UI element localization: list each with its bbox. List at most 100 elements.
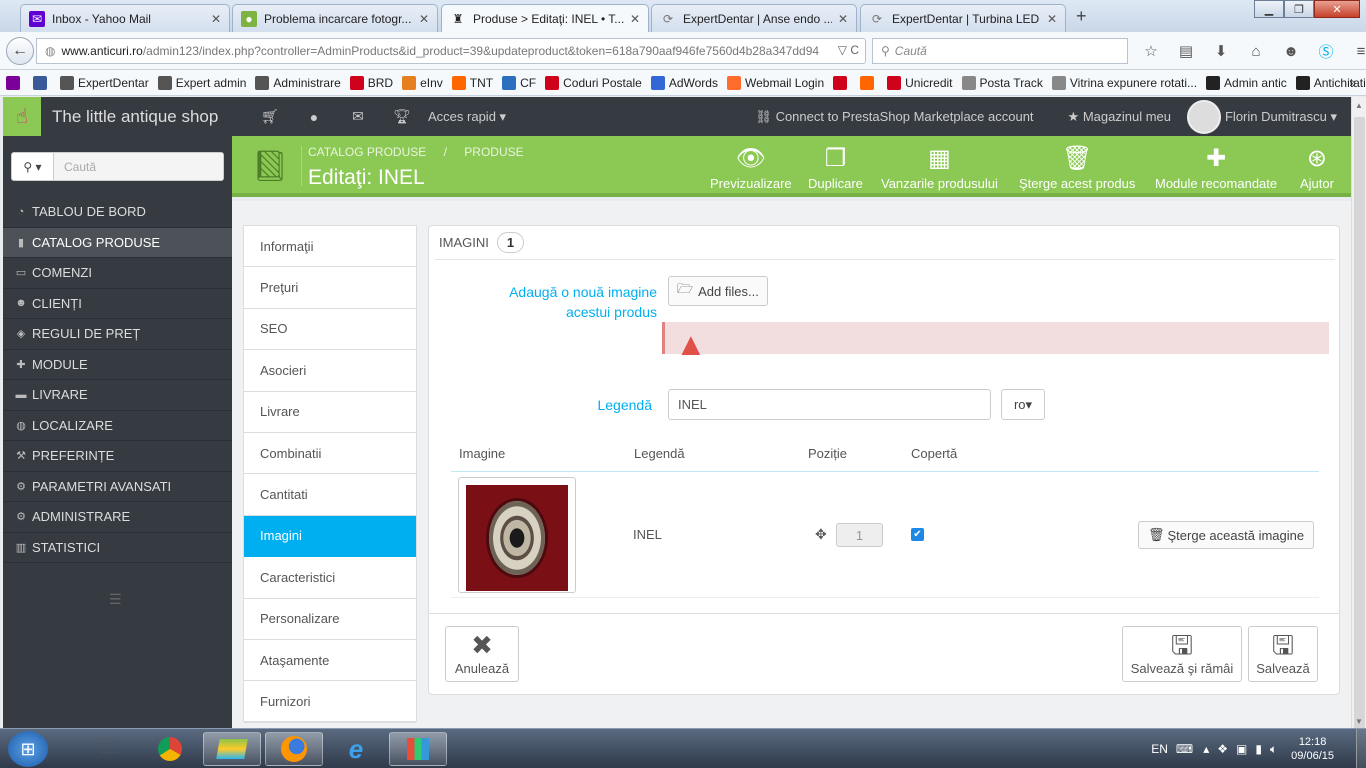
sidebar-item-localizare[interactable]: ◍ LOCALIZARE [3,411,232,441]
cover-checkbox[interactable]: ✔ [911,528,924,541]
reading-list-icon[interactable]: ▤ [1175,40,1197,62]
quick-access-dropdown[interactable]: Acces rapid ▾ [428,109,506,125]
bookmark-item[interactable]: Posta Track [961,75,1043,90]
shop-name[interactable]: The little antique shop [52,107,248,127]
cart-icon[interactable]: 🛒︎ [248,108,292,125]
recommended-modules-button[interactable]: ✚ Module recomandate [1155,142,1277,191]
product-tab[interactable]: Caracteristici [244,557,416,599]
bookmark-item[interactable]: Unicredit [887,75,953,90]
browser-tab[interactable]: ● Problema incarcare fotogr... ✕ [232,4,438,32]
product-image-thumbnail[interactable] [458,477,576,593]
volume-icon[interactable]: 🔈︎ [1270,742,1277,757]
sidebar-search-input[interactable]: Caută [54,153,223,180]
sidebar-item-comenzi[interactable]: ▭ COMENZI [3,258,232,289]
bookmark-item[interactable]: eInv [402,75,443,90]
trophy-icon[interactable]: 🏆︎ [380,108,424,125]
firefox-taskbar-icon[interactable] [265,732,323,766]
marketplace-link[interactable]: ⛓ Connect to PrestaShop Marketplace acco… [755,109,1033,125]
product-tab[interactable]: SEO [244,309,416,351]
internet-explorer-taskbar-icon[interactable]: e [327,732,385,766]
new-tab-button[interactable]: + [1076,6,1087,27]
download-icon[interactable]: ⬇ [1210,40,1232,62]
page-scrollbar[interactable]: ▲ ▼ [1351,97,1366,729]
explorer-taskbar-icon[interactable]: 🗀 [80,732,138,766]
collapse-menu-icon[interactable]: ☰ [109,591,122,608]
bookmark-item[interactable]: Administrare [255,75,341,90]
browser-tab-active[interactable]: ♜ Produse > Editaţi: INEL • T... ✕ [441,4,649,32]
product-tab[interactable]: Cantitati [244,474,416,516]
bookmark-star-icon[interactable]: ☆ [1140,40,1162,62]
sidebar-item-parametri-avansati[interactable]: ⚙ PARAMETRI AVANSATI [3,472,232,502]
language-dropdown[interactable]: ro ▾ [1001,389,1045,420]
sidebar-item-statistici[interactable]: ▥ STATISTICI [3,533,232,563]
bookmark-item[interactable] [860,75,878,90]
bookmark-item[interactable]: TNT [451,75,493,90]
product-tab[interactable]: Ataşamente [244,640,416,682]
product-tab[interactable]: Combinatii [244,433,416,475]
product-tab[interactable]: Asocieri [244,350,416,392]
breadcrumb-catalog[interactable]: CATALOG PRODUSE [308,145,426,159]
devices-icon[interactable]: ▣ [1236,742,1247,756]
dropbox-icon[interactable]: ❖ [1217,742,1228,756]
product-tab[interactable]: Imagini [244,515,416,558]
chat-icon[interactable]: ☻ [1280,40,1302,62]
browser-tab[interactable]: ⟳ ExpertDentar | Turbina LED ✕ [860,4,1066,32]
save-button[interactable]: 🖫 Salvează [1248,626,1318,682]
bookmark-item[interactable] [833,75,851,90]
bookmark-item[interactable]: ExpertDentar [60,75,149,90]
scroll-up-icon[interactable]: ▲ [1355,101,1363,110]
sidebar-item-tablou-de-bord[interactable]: ◔ TABLOU DE BORD [3,197,232,228]
avatar[interactable] [1186,99,1221,134]
product-sales-button[interactable]: ▦ Vanzarile produsului [881,142,998,191]
bookmark-item[interactable]: Vitrina expunere rotati... [1051,75,1197,90]
prestashop-logo[interactable]: ☝ [3,97,41,136]
delete-image-button[interactable]: 🗑︎ Şterge această imagine [1138,521,1315,549]
drag-move-icon[interactable]: ✥ [815,526,827,543]
sidebar-item-reguli-de-pre-[interactable]: ◈ REGULI DE PREȚ [3,319,232,350]
add-files-button[interactable]: 🗁 Add files... [668,276,768,306]
close-window-button[interactable]: ✕ [1314,0,1360,18]
chrome-taskbar-icon[interactable] [141,732,199,766]
product-tab[interactable]: Informaţii [244,226,416,268]
sidebar-item-livrare[interactable]: ▬ LIVRARE [3,380,232,411]
network-icon[interactable]: ▮ [1255,742,1262,756]
keyboard-icon[interactable]: ⌨ [1176,742,1193,756]
clock[interactable]: 12:18 09/06/15 [1291,735,1334,763]
sidebar-item-catalog-produse[interactable]: ▮ CATALOG PRODUSE [3,227,232,258]
bluestacks-taskbar-icon[interactable] [203,732,261,766]
help-button[interactable]: ⊛ Ajutor [1300,142,1334,191]
product-tab[interactable]: Furnizori [244,681,416,723]
product-tab[interactable]: Personalizare [244,599,416,640]
bookmark-item[interactable]: Coduri Postale [545,75,642,90]
sidebar-item-clien-i[interactable]: ☻ CLIENȚI [3,289,232,319]
url-controls[interactable]: ▽ C [838,43,859,57]
product-tab[interactable]: Preţuri [244,267,416,309]
skype-icon[interactable]: Ⓢ [1315,40,1337,62]
bookmark-item[interactable]: CF [502,75,536,90]
start-button[interactable]: ⊞ [8,731,48,767]
bookmark-item[interactable]: BRD [349,75,393,90]
sidebar-item-module[interactable]: ✚ MODULE [3,350,232,380]
minimize-button[interactable]: ▁ [1254,0,1284,18]
cancel-button[interactable]: ✖ Anulează [445,626,519,682]
more-bookmarks-button[interactable]: » [1349,76,1356,90]
back-button[interactable]: ← [6,37,34,65]
duplicate-button[interactable]: ❐ Duplicare [808,142,863,191]
preview-button[interactable]: 👁︎ Previzualizare [710,142,792,191]
save-and-stay-button[interactable]: 🖫 Salvează şi rămâi [1122,626,1242,682]
breadcrumb-products[interactable]: PRODUSE [464,145,523,159]
close-tab-icon[interactable]: ✕ [211,12,221,26]
search-scope-dropdown[interactable]: ⚲ ▾ [12,153,54,180]
user-menu[interactable]: Florin Dumitrascu ▾ [1225,109,1337,125]
browser-tab[interactable]: ⟳ ExpertDentar | Anse endo ... ✕ [651,4,857,32]
menu-icon[interactable]: ≡ [1350,40,1366,62]
url-bar[interactable]: ◍ www.anticuri.ro /admin123/index.php?co… [36,38,866,64]
maximize-button[interactable]: ❐ [1284,0,1314,18]
bookmark-item[interactable] [33,75,51,90]
scrollbar-thumb[interactable] [1354,117,1365,729]
sidebar-item-administrare[interactable]: ⚙ ADMINISTRARE [3,502,232,533]
bookmark-item[interactable] [6,75,24,90]
browser-search-input[interactable]: ⚲ Caută [872,38,1128,64]
close-tab-icon[interactable]: ✕ [630,12,640,26]
bookmark-item[interactable]: Webmail Login [726,75,824,90]
